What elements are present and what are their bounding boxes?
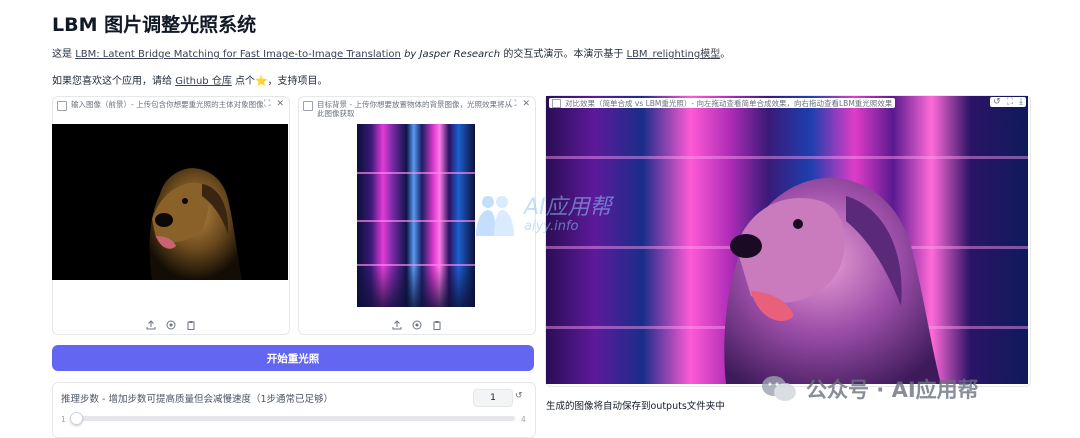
model-link[interactable]: LBM_relighting模型	[627, 49, 721, 60]
slider-thumb[interactable]	[70, 412, 83, 425]
background-image-label: 目标背景 - 上传你想要放置物体的背景图像，光照效果将从此图像获取	[303, 100, 513, 118]
foreground-dog-image	[52, 124, 288, 280]
webcam-icon[interactable]	[412, 319, 423, 330]
save-note: 生成的图像将自动保存到outputs文件夹中	[546, 401, 725, 412]
webcam-icon[interactable]	[166, 319, 177, 330]
intro-line: 这是 LBM: Latent Bridge Matching for Fast …	[52, 45, 730, 60]
intro-text: 如果您喜欢这个应用，请给	[52, 76, 176, 87]
slider-min: 1	[61, 415, 66, 424]
steps-number-input[interactable]: 1	[473, 389, 513, 407]
clipboard-icon[interactable]	[186, 319, 197, 330]
image-icon	[57, 101, 67, 111]
wechat-icon	[760, 374, 798, 404]
close-icon[interactable]: ✕	[522, 99, 530, 109]
slider-max: 4	[521, 415, 526, 424]
start-relight-button[interactable]: 开始重光照	[52, 345, 534, 371]
fullscreen-icon[interactable]: ⛶	[1007, 97, 1013, 107]
page-title: LBM 图片调整光照系统	[52, 14, 257, 36]
relit-output-image[interactable]	[546, 96, 1028, 384]
image-icon	[552, 98, 561, 108]
undo-icon[interactable]: ↺	[993, 97, 1001, 107]
background-neon-image	[357, 124, 475, 307]
image-icon	[303, 101, 313, 111]
github-link[interactable]: Github 仓库	[175, 76, 232, 87]
output-label: 对比效果（简单合成 vs LBM重光照）- 向左拖动查看简单合成效果，向右拖动查…	[549, 98, 896, 108]
output-header: 对比效果（简单合成 vs LBM重光照）- 向左拖动查看简单合成效果，向右拖动查…	[546, 96, 1028, 110]
download-icon[interactable]: ⤓	[1019, 97, 1023, 107]
upload-icon[interactable]	[392, 319, 403, 330]
star-icon: ⭐	[255, 76, 268, 87]
clipboard-icon[interactable]	[432, 319, 443, 330]
intro-text: 的交互式演示。本演示基于	[500, 49, 627, 60]
inference-steps-slider-panel: 推理步数 - 增加步数可提高质量但会减慢速度（1步通常已足够） 1 ↺ 1 4	[52, 382, 536, 438]
intro-text: 这是	[52, 49, 76, 60]
input-image-label: 输入图像（前景）- 上传包含你想要重光照的主体对象图像	[57, 100, 267, 111]
upload-icon[interactable]	[146, 319, 157, 330]
ai-logo-icon	[470, 190, 520, 240]
slider-label: 推理步数 - 增加步数可提高质量但会减慢速度（1步通常已足够）	[61, 394, 334, 405]
watermark-center: AI应用帮 aiyy.info	[470, 190, 612, 240]
author-text: by Jasper Research	[400, 49, 501, 60]
intro-text: ，支持项目。	[267, 76, 328, 87]
slider-track[interactable]	[73, 416, 515, 421]
paper-link[interactable]: LBM: Latent Bridge Matching for Fast Ima…	[75, 49, 401, 60]
close-icon[interactable]: ✕	[276, 99, 284, 109]
intro-line-2: 如果您喜欢这个应用，请给 Github 仓库 点个⭐，支持项目。	[52, 72, 327, 87]
watermark-bottom: 公众号 · AI应用帮	[760, 374, 979, 404]
fullscreen-icon[interactable]: ⛶	[510, 99, 516, 109]
intro-text: 点个	[231, 76, 256, 87]
reset-icon[interactable]: ↺	[515, 391, 523, 401]
fullscreen-icon[interactable]: ⛶	[264, 99, 270, 109]
intro-text: 。	[720, 49, 731, 60]
